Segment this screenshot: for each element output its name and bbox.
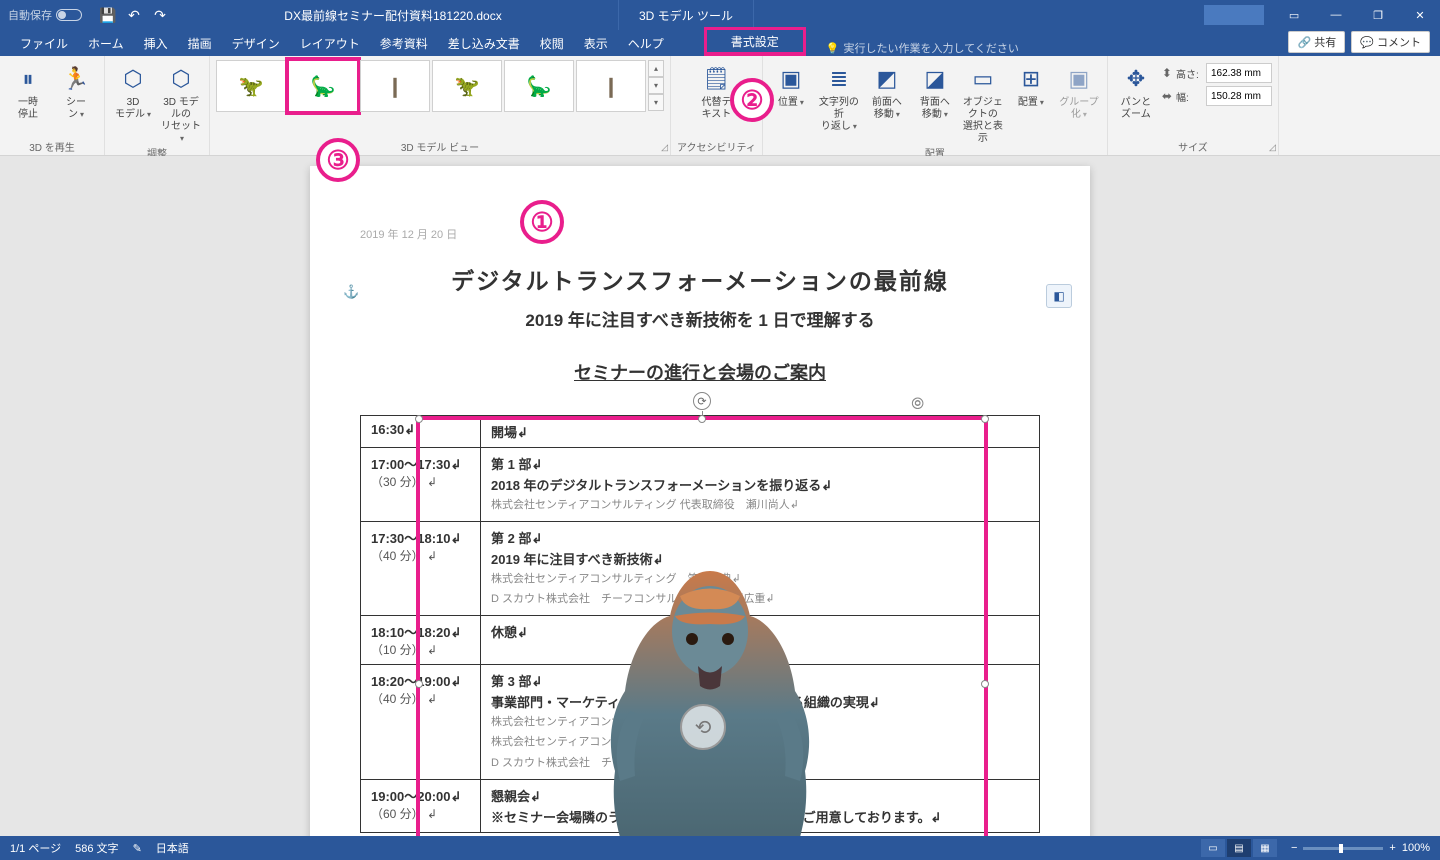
tab-format[interactable]: 書式設定 xyxy=(704,27,806,56)
resize-handle[interactable] xyxy=(698,415,706,423)
ribbon-display-icon[interactable]: ▭ xyxy=(1274,0,1314,30)
document-canvas[interactable]: ⚓ ◧ 2019 年 12 月 20 日 デジタルトランスフォーメーションの最前… xyxy=(0,156,1440,836)
callout-1: ① xyxy=(520,200,564,244)
gallery-more-icon[interactable]: ▾ xyxy=(648,94,664,111)
align-button[interactable]: ⊞配置 xyxy=(1009,60,1053,109)
document-title: DX最前線セミナー配付資料181220.docx xyxy=(168,7,618,24)
doc-heading-3: セミナーの進行と会場のご案内 xyxy=(360,359,1040,385)
tab-home[interactable]: ホーム xyxy=(78,31,134,56)
view-preset-5[interactable]: 🦕 xyxy=(504,60,574,112)
zoom-in-icon[interactable]: + xyxy=(1389,842,1395,854)
doc-date: 2019 年 12 月 20 日 xyxy=(360,226,1040,242)
tab-mailings[interactable]: 差し込み文書 xyxy=(438,31,530,56)
resize-handle[interactable] xyxy=(981,415,989,423)
callout-3: ③ xyxy=(316,138,360,182)
autosave-toggle[interactable]: 自動保存 xyxy=(8,7,82,23)
zoom-slider[interactable] xyxy=(1303,847,1383,850)
print-layout-icon[interactable]: ▤ xyxy=(1227,839,1251,857)
reset-3d-button[interactable]: ⬡3D モデルのリセット xyxy=(159,60,203,145)
share-button[interactable]: 🔗 共有 xyxy=(1288,31,1345,53)
title-bar: 自動保存 💾 ↶ ↷ DX最前線セミナー配付資料181220.docx 3D モ… xyxy=(0,0,1440,30)
status-bar: 1/1 ページ 586 文字 ✎ 日本語 ▭ ▤ ▦ − + 100% xyxy=(0,836,1440,860)
tilt-handle-icon[interactable]: ⦾ xyxy=(911,396,924,414)
selection-frame[interactable]: ⟳ ⦾ xyxy=(416,416,988,836)
view-preset-2-selected[interactable]: 🦕 xyxy=(288,60,358,112)
height-icon: ⬍ xyxy=(1162,66,1172,80)
tab-design[interactable]: デザイン xyxy=(222,31,290,56)
minimize-icon[interactable]: ― xyxy=(1316,0,1356,30)
anchor-icon: ⚓ xyxy=(343,284,359,300)
group-3d-views: 3D モデル ビュー xyxy=(401,139,479,153)
layout-options-icon[interactable]: ◧ xyxy=(1046,284,1072,308)
rotate-handle-icon[interactable]: ⟳ xyxy=(693,392,711,410)
tab-file[interactable]: ファイル xyxy=(10,31,78,56)
resize-handle[interactable] xyxy=(415,415,423,423)
send-backward-button[interactable]: ◪背面へ移動 xyxy=(913,60,957,121)
group-size: サイズ xyxy=(1178,139,1208,153)
tab-view[interactable]: 表示 xyxy=(574,31,618,56)
size-launcher-icon[interactable]: ◿ xyxy=(1269,142,1276,153)
view-preset-4[interactable]: 🦖 xyxy=(432,60,502,112)
comment-button[interactable]: 💬 コメント xyxy=(1351,31,1430,53)
doc-heading-2: 2019 年に注目すべき新技術を 1 日で理解する xyxy=(360,306,1040,331)
selection-pane-button[interactable]: ▭オブジェクトの選択と表示 xyxy=(961,60,1005,145)
ribbon-tabs: ファイル ホーム 挿入 描画 デザイン レイアウト 参考資料 差し込み文書 校閲… xyxy=(0,30,1440,56)
resize-handle[interactable] xyxy=(415,680,423,688)
gallery-down-icon[interactable]: ▾ xyxy=(648,77,664,94)
language-status[interactable]: 日本語 xyxy=(156,840,189,856)
view-preset-6[interactable]: ❙ xyxy=(576,60,646,112)
pan-zoom-button[interactable]: ✥パンとズーム xyxy=(1114,60,1158,121)
width-input[interactable] xyxy=(1206,86,1272,106)
tab-draw[interactable]: 描画 xyxy=(178,31,222,56)
tab-review[interactable]: 校閲 xyxy=(530,31,574,56)
tab-references[interactable]: 参考資料 xyxy=(370,31,438,56)
close-icon[interactable]: ✕ xyxy=(1400,0,1440,30)
ribbon: ⏸一時停止 🏃シーン 3D を再生 ⬡3Dモデル ⬡3D モデルのリセット 調整… xyxy=(0,56,1440,156)
undo-icon[interactable]: ↶ xyxy=(126,7,142,23)
3d-view-gallery[interactable]: 🦖 🦕 ❙ 🦖 🦕 ❙ ▴ ▾ ▾ xyxy=(216,60,664,112)
tell-me-search[interactable]: 💡 実行したい作業を入力してください xyxy=(826,40,1019,56)
tab-help[interactable]: ヘルプ xyxy=(618,31,674,56)
zoom-level[interactable]: 100% xyxy=(1402,842,1430,854)
bring-forward-button[interactable]: ◩前面へ移動 xyxy=(865,60,909,121)
group-objects-button[interactable]: ▣グループ化 xyxy=(1057,60,1101,121)
views-launcher-icon[interactable]: ◿ xyxy=(661,142,668,153)
save-icon[interactable]: 💾 xyxy=(100,7,116,23)
tab-layout[interactable]: レイアウト xyxy=(290,31,370,56)
view-preset-1[interactable]: 🦖 xyxy=(216,60,286,112)
group-play3d: 3D を再生 xyxy=(29,139,75,153)
read-mode-icon[interactable]: ▭ xyxy=(1201,839,1225,857)
web-layout-icon[interactable]: ▦ xyxy=(1253,839,1277,857)
tab-insert[interactable]: 挿入 xyxy=(134,31,178,56)
zoom-out-icon[interactable]: − xyxy=(1291,842,1297,854)
3d-model-button[interactable]: ⬡3Dモデル xyxy=(111,60,155,121)
position-button[interactable]: ▣位置 xyxy=(769,60,813,109)
view-preset-3[interactable]: ❙ xyxy=(360,60,430,112)
page-count[interactable]: 1/1 ページ xyxy=(10,840,61,856)
width-icon: ⬌ xyxy=(1162,89,1172,103)
doc-heading-1: デジタルトランスフォーメーションの最前線 xyxy=(360,262,1040,296)
contextual-tool-tab: 3D モデル ツール xyxy=(618,0,754,30)
scene-button[interactable]: 🏃シーン xyxy=(54,60,98,121)
gallery-up-icon[interactable]: ▴ xyxy=(648,60,664,77)
wrap-text-button[interactable]: ≣文字列の折り返し xyxy=(817,60,861,133)
maximize-icon[interactable]: ❐ xyxy=(1358,0,1398,30)
word-count[interactable]: 586 文字 xyxy=(75,840,118,856)
group-accessibility: アクセシビリティ xyxy=(677,139,756,153)
spellcheck-icon[interactable]: ✎ xyxy=(133,842,142,855)
height-input[interactable] xyxy=(1206,63,1272,83)
resize-handle[interactable] xyxy=(981,680,989,688)
pause-button[interactable]: ⏸一時停止 xyxy=(6,60,50,121)
account-badge[interactable] xyxy=(1204,5,1264,25)
redo-icon[interactable]: ↷ xyxy=(152,7,168,23)
callout-2: ② xyxy=(730,78,774,122)
